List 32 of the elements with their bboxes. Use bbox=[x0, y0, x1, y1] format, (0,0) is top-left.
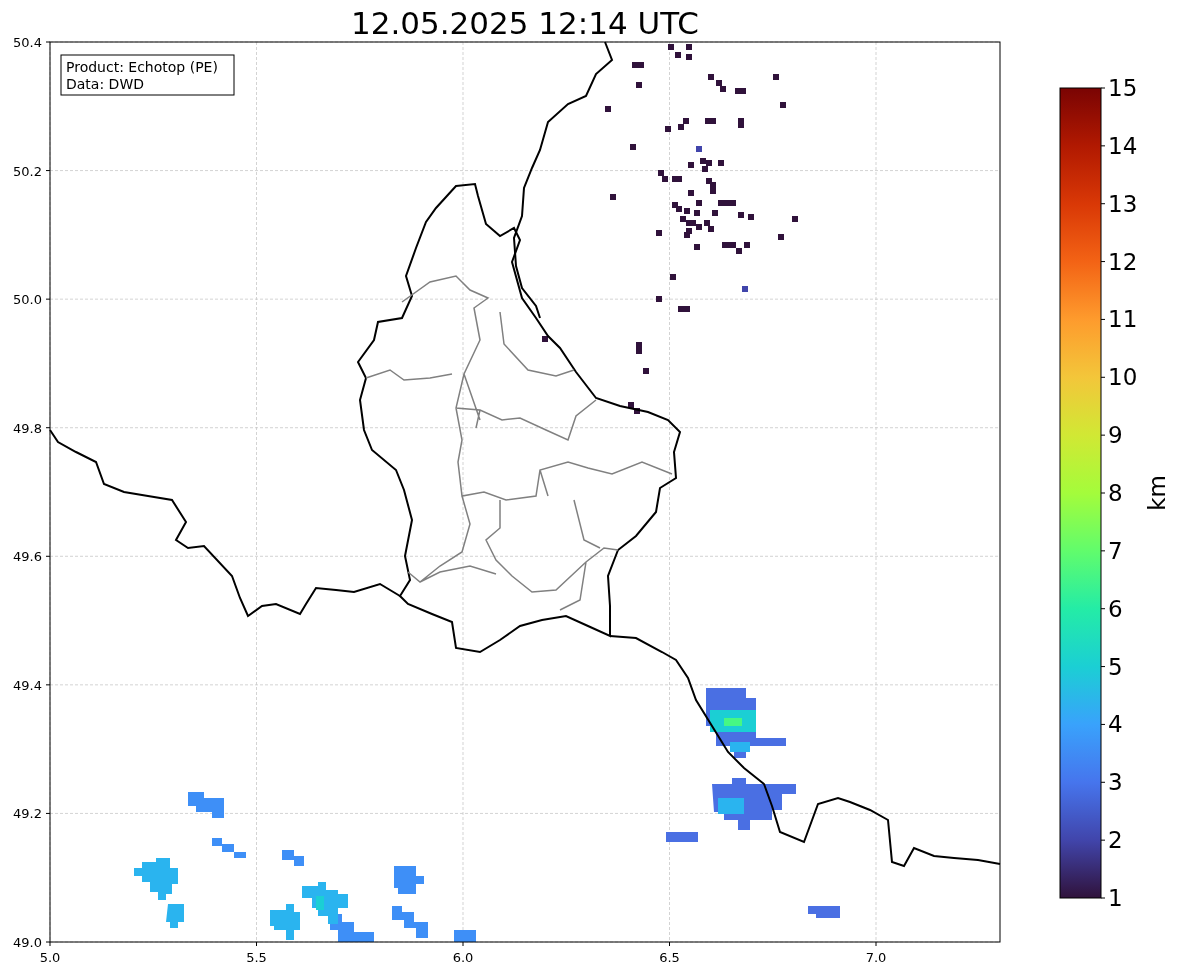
axis-tick-label: 50.0 bbox=[13, 292, 42, 308]
colorbar-tick-label: 7 bbox=[1108, 537, 1123, 564]
axis-tick-label: 49.4 bbox=[13, 677, 42, 693]
axis-tick-label: 49.0 bbox=[13, 935, 42, 950]
colorbar-tick-label: 14 bbox=[1108, 132, 1138, 159]
colorbar-tick-label: 3 bbox=[1108, 769, 1123, 796]
axis-tick-label: 6.5 bbox=[659, 950, 680, 965]
colorbar-tick-label: 10 bbox=[1108, 364, 1138, 391]
colorbar-tick-label: 1 bbox=[1108, 885, 1123, 911]
chart-title: 12.05.2025 12:14 UTC bbox=[351, 5, 699, 41]
info-text: Product: Echotop (PE) bbox=[66, 59, 218, 75]
info-text: Data: DWD bbox=[66, 76, 144, 92]
colorbar-tick-label: 15 bbox=[1108, 75, 1138, 101]
colorbar-label: km bbox=[1144, 475, 1170, 511]
axis-tick-label: 49.2 bbox=[13, 806, 42, 822]
colorbar-tick-label: 8 bbox=[1108, 480, 1123, 506]
colorbar-tick-label: 9 bbox=[1108, 422, 1123, 449]
axis-tick-label: 6.0 bbox=[452, 950, 474, 965]
colorbar-tick-label: 4 bbox=[1108, 711, 1123, 738]
axis-tick-label: 5.5 bbox=[246, 950, 267, 965]
colorbar-tick-label: 12 bbox=[1108, 248, 1138, 275]
axis-tick-label: 7.0 bbox=[865, 950, 887, 965]
axis-tick-label: 50.2 bbox=[13, 163, 42, 179]
colorbar-tick-label: 2 bbox=[1108, 827, 1123, 854]
axis-tick-label: 49.6 bbox=[13, 549, 42, 565]
colorbar-tick-label: 13 bbox=[1108, 190, 1138, 217]
colorbar-tick-label: 6 bbox=[1108, 595, 1123, 622]
colorbar-tick-label: 11 bbox=[1108, 306, 1138, 333]
axis-tick-label: 49.8 bbox=[13, 420, 42, 436]
colorbar-tick-label: 5 bbox=[1108, 653, 1123, 680]
axis-tick-label: 50.4 bbox=[13, 35, 42, 50]
axis-tick-label: 5.0 bbox=[39, 950, 61, 965]
